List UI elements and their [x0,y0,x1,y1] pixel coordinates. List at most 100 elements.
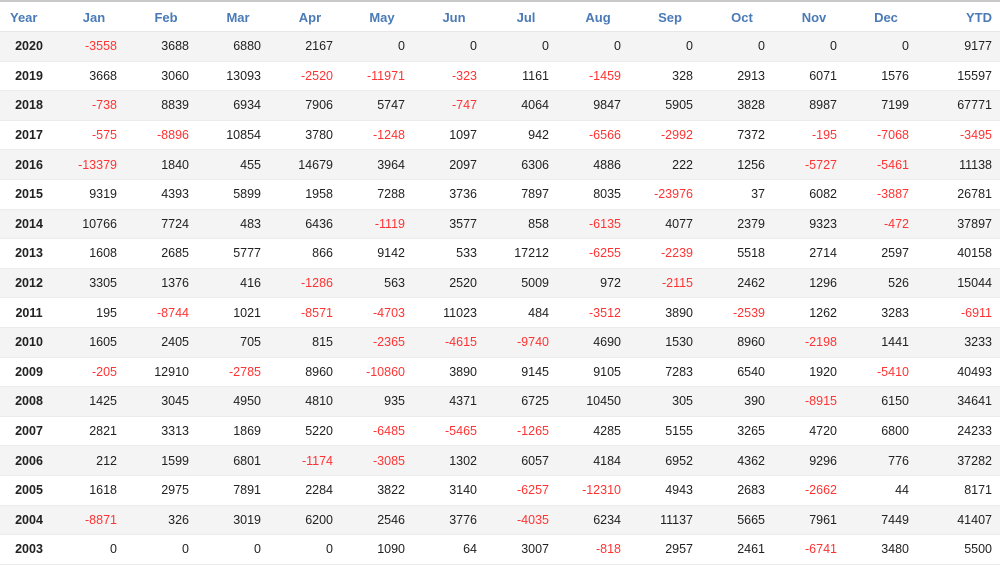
sep-value-cell: 2957 [634,534,706,565]
nov-value-cell: 1296 [778,268,850,299]
table-header: Year Jan Feb Mar Apr May Jun Jul Aug Sep Oct Nov Dec… [0,3,1000,32]
ytd-value-cell: 3233 [922,327,1000,358]
nov-value-cell: 9296 [778,445,850,476]
jan-value-cell: -205 [58,357,130,388]
may-value-cell: 2546 [346,505,418,536]
top-divider [0,0,1000,2]
table-row: 2018 -738 8839 6934 7906 5747 -747 4064 9847 5905… [0,90,1000,121]
jan-value-cell: 10766 [58,209,130,240]
table-row: 2009 -205 12910 -2785 8960 -10860 3890 9145 9105… [0,357,1000,388]
nov-value-cell: 1920 [778,357,850,388]
sep-value-cell: 0 [634,31,706,62]
oct-value-cell: 3265 [706,416,778,447]
mar-value-cell: 416 [202,268,274,299]
mar-value-cell: 455 [202,149,274,180]
column-header-jun: Jun [418,3,490,32]
may-value-cell: -4703 [346,297,418,328]
year-cell: 2003 [0,534,58,565]
aug-value-cell: 972 [562,268,634,299]
table-row: 2004 -8871 326 3019 6200 2546 3776 -4035 6234 111… [0,505,1000,536]
dec-value-cell: 44 [850,475,922,506]
column-header-may: May [346,3,418,32]
nov-value-cell: 2714 [778,238,850,269]
apr-value-cell: 6436 [274,209,346,240]
table-row: 2020 -3558 3688 6880 2167 0 0 0 0 0 0 0 0 9177 [0,31,1000,62]
year-cell: 2006 [0,445,58,476]
mar-value-cell: 483 [202,209,274,240]
table-row: 2006 212 1599 6801 -1174 -3085 1302 6057 4184 695… [0,445,1000,476]
jun-value-cell: 64 [418,534,490,565]
ytd-value-cell: 41407 [922,505,1000,536]
column-header-dec: Dec [850,3,922,32]
oct-value-cell: 7372 [706,120,778,151]
dec-value-cell: 6800 [850,416,922,447]
apr-value-cell: 5220 [274,416,346,447]
oct-value-cell: 390 [706,386,778,417]
jan-value-cell: 1608 [58,238,130,269]
year-cell: 2011 [0,297,58,328]
feb-value-cell: 3060 [130,61,202,92]
dec-value-cell: -5461 [850,149,922,180]
jan-value-cell: 195 [58,297,130,328]
column-header-oct: Oct [706,3,778,32]
ytd-value-cell: 40493 [922,357,1000,388]
apr-value-cell: -1286 [274,268,346,299]
table-row: 2003 0 0 0 0 1090 64 3007 -818 2957 2461 -6741 3480 5… [0,534,1000,565]
mar-value-cell: -2785 [202,357,274,388]
year-cell: 2007 [0,416,58,447]
nov-value-cell: -8915 [778,386,850,417]
dec-value-cell: 7449 [850,505,922,536]
feb-value-cell: 1376 [130,268,202,299]
mar-value-cell: 6880 [202,31,274,62]
feb-value-cell: 1599 [130,445,202,476]
jan-value-cell: -738 [58,90,130,121]
oct-value-cell: 2913 [706,61,778,92]
feb-value-cell: 3688 [130,31,202,62]
dec-value-cell: 526 [850,268,922,299]
oct-value-cell: 8960 [706,327,778,358]
jan-value-cell: -3558 [58,31,130,62]
feb-value-cell: 2685 [130,238,202,269]
table-row: 2012 3305 1376 416 -1286 563 2520 5009 972 -2115 2… [0,268,1000,299]
apr-value-cell: 0 [274,534,346,565]
jun-value-cell: -323 [418,61,490,92]
oct-value-cell: 5518 [706,238,778,269]
may-value-cell: -6485 [346,416,418,447]
aug-value-cell: 4886 [562,149,634,180]
apr-value-cell: 8960 [274,357,346,388]
ytd-value-cell: 15044 [922,268,1000,299]
sep-value-cell: -2239 [634,238,706,269]
feb-value-cell: -8744 [130,297,202,328]
may-value-cell: -1119 [346,209,418,240]
column-header-jan: Jan [58,3,130,32]
may-value-cell: 0 [346,31,418,62]
mar-value-cell: 4950 [202,386,274,417]
ytd-value-cell: 37897 [922,209,1000,240]
jul-value-cell: 1161 [490,61,562,92]
mar-value-cell: 13093 [202,61,274,92]
jul-value-cell: 858 [490,209,562,240]
jan-value-cell: -575 [58,120,130,151]
year-cell: 2013 [0,238,58,269]
jul-value-cell: 7897 [490,179,562,210]
apr-value-cell: 815 [274,327,346,358]
jul-value-cell: -1265 [490,416,562,447]
sep-value-cell: 11137 [634,505,706,536]
sep-value-cell: 7283 [634,357,706,388]
sep-value-cell: 222 [634,149,706,180]
sep-value-cell: 3890 [634,297,706,328]
oct-value-cell: 3828 [706,90,778,121]
column-header-apr: Apr [274,3,346,32]
feb-value-cell: 12910 [130,357,202,388]
ytd-value-cell: 24233 [922,416,1000,447]
jan-value-cell: -8871 [58,505,130,536]
feb-value-cell: 4393 [130,179,202,210]
aug-value-cell: -6566 [562,120,634,151]
jul-value-cell: 942 [490,120,562,151]
aug-value-cell: 4285 [562,416,634,447]
jul-value-cell: -4035 [490,505,562,536]
ytd-value-cell: 9177 [922,31,1000,62]
jan-value-cell: 2821 [58,416,130,447]
apr-value-cell: 14679 [274,149,346,180]
jun-value-cell: 2520 [418,268,490,299]
